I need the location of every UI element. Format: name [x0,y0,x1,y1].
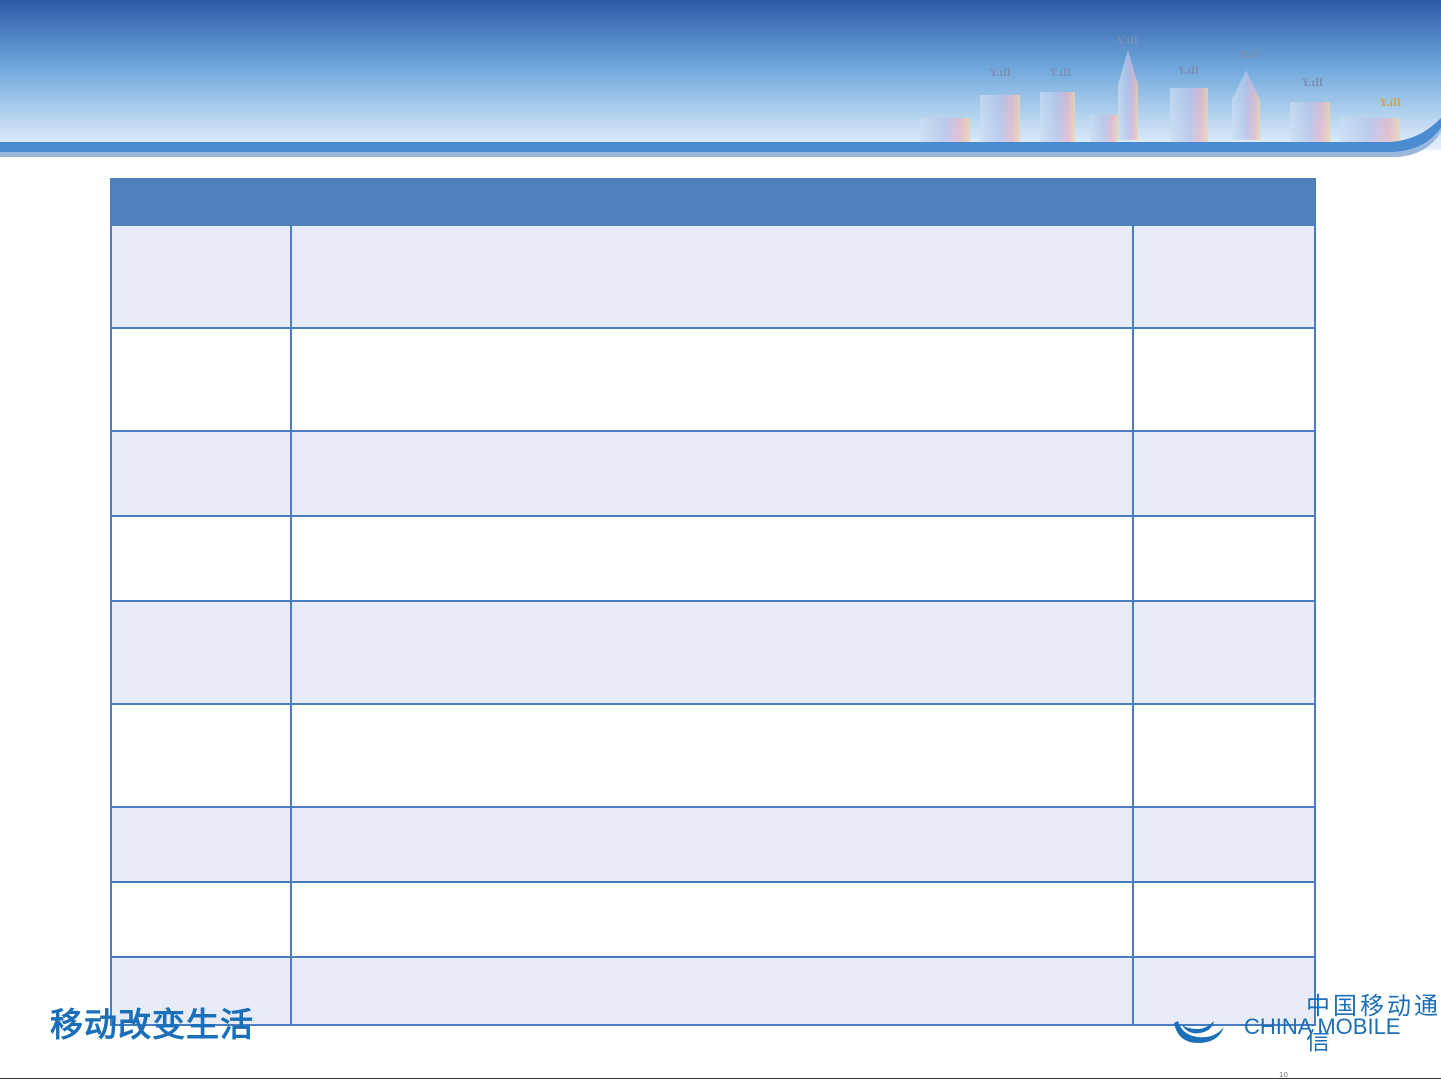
sky-gradient [0,0,1441,150]
table-header-row [110,178,1316,226]
table-cell [1132,703,1316,808]
table-row [110,515,1316,602]
column-header [1132,178,1316,226]
table-cell [290,956,1134,1026]
table-row [110,703,1316,808]
table-cell [110,703,292,808]
table-row [110,327,1316,432]
table-row [110,956,1316,1026]
table-row [110,881,1316,958]
table-cell [110,600,292,705]
signal-icon: Y.ıll [1301,78,1323,89]
table-cell [110,881,292,958]
table-row [110,430,1316,517]
column-header [290,178,1134,226]
table-cell [110,224,292,329]
signal-icon: Y.ıll [1379,98,1401,109]
signal-icon: Y.ıll [1239,50,1261,61]
signal-icon: Y.ıll [989,68,1011,79]
table-cell [1132,224,1316,329]
table-cell [110,430,292,517]
table-cell [290,881,1134,958]
table-cell [1132,600,1316,705]
table-cell [290,327,1134,432]
table-cell [290,515,1134,602]
banner-graphic: Y.ıll Y.ıll Y.ıll Y.ıll Y.ıll Y.ıll Y.ıl… [0,0,1441,157]
table-cell [290,806,1134,883]
column-header [110,178,292,226]
table-cell [110,515,292,602]
table-row [110,224,1316,329]
slogan-text: 移动改变生活 [50,1005,254,1044]
header-banner: Y.ıll Y.ıll Y.ıll Y.ıll Y.ıll Y.ıll Y.ıl… [0,0,1441,160]
table-cell [1132,515,1316,602]
table-cell [110,327,292,432]
table-cell [290,224,1134,329]
footer-divider [0,1078,1441,1079]
table-cell [1132,327,1316,432]
table-cell [1132,806,1316,883]
table-cell [290,600,1134,705]
signal-icon: Y.ıll [1049,68,1071,79]
table-row [110,600,1316,705]
signal-icon: Y.ıll [1116,36,1138,47]
table-cell [1132,430,1316,517]
data-table [110,178,1316,1026]
table-row [110,806,1316,883]
brand-english-name: CHINA MOBILE [1244,1014,1401,1039]
signal-icon: Y.ıll [1177,66,1199,77]
table-cell [290,430,1134,517]
table-cell [1132,881,1316,958]
page-number: 10 [1279,1071,1288,1079]
table-cell [110,806,292,883]
table-cell [290,703,1134,808]
